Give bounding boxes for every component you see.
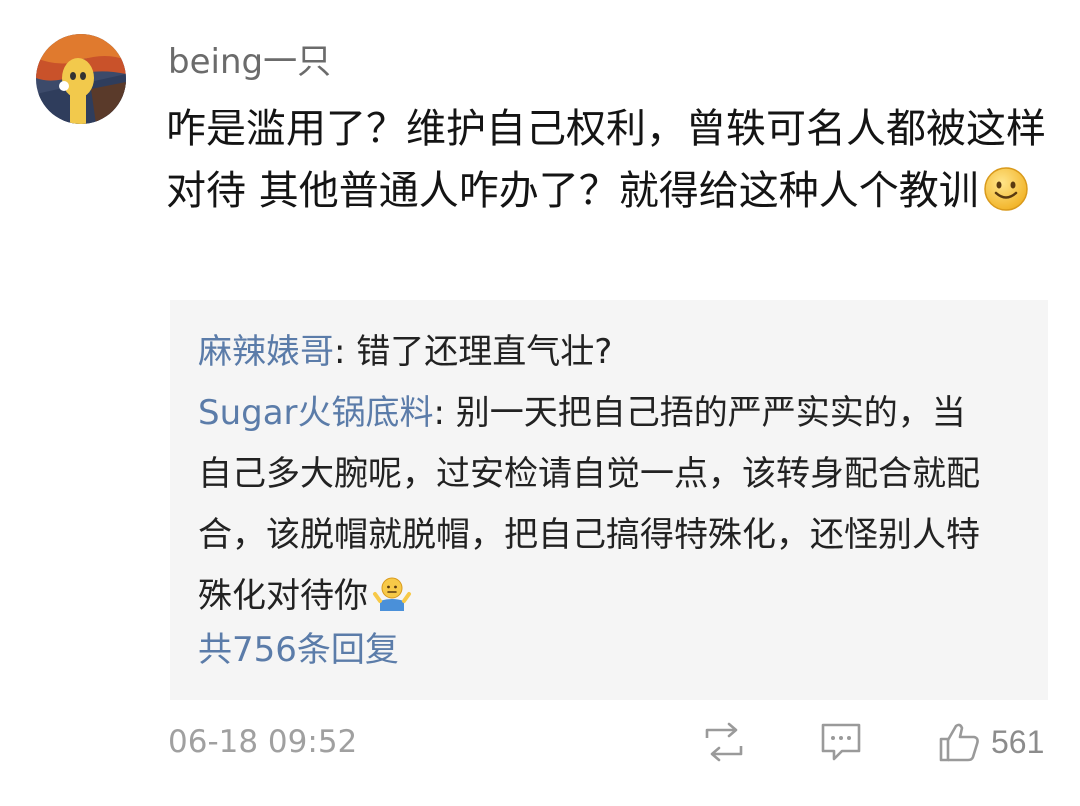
comment-text: 咋是滥用了？维护自己权利，曾轶可名人都被这样对待 其他普通人咋办了？就得给这种人… xyxy=(166,98,1046,230)
smile-emoji-icon xyxy=(983,166,1029,230)
avatar-image xyxy=(36,34,126,124)
repost-button[interactable] xyxy=(701,720,747,764)
like-count: 561 xyxy=(991,723,1045,760)
comment-timestamp: 06-18 09:52 xyxy=(168,724,358,760)
username[interactable]: being一只 xyxy=(168,38,331,86)
repost-icon xyxy=(705,722,743,762)
reply-text: 错了还理直气壮? xyxy=(356,332,613,372)
reply-separator: : xyxy=(433,393,456,433)
reply-preview-box[interactable]: 麻辣婊哥: 错了还理直气壮? Sugar火锅底料: 别一天把自己捂的严严实实的，… xyxy=(170,300,1048,700)
reply-item[interactable]: 麻辣婊哥: 错了还理直气壮? xyxy=(198,322,1018,383)
comment-text-content: 咋是滥用了？维护自己权利，曾轶可名人都被这样对待 其他普通人咋办了？就得给这种人… xyxy=(166,106,1046,214)
comment-icon xyxy=(821,723,861,761)
reply-author[interactable]: 麻辣婊哥 xyxy=(198,332,334,372)
reply-author[interactable]: Sugar火锅底料 xyxy=(198,393,434,433)
comment-button[interactable] xyxy=(818,720,864,764)
reply-separator: : xyxy=(334,332,357,372)
avatar[interactable] xyxy=(36,34,126,124)
thumbs-up-icon xyxy=(939,723,979,762)
like-button[interactable]: 561 xyxy=(937,720,1044,764)
reply-count-link[interactable]: 共756条回复 xyxy=(198,622,399,678)
reply-item[interactable]: Sugar火锅底料: 别一天把自己捂的严严实实的，当自己多大腕呢，过安检请自觉一… xyxy=(198,383,998,635)
comment-card: being一只 咋是滥用了？维护自己权利，曾轶可名人都被这样对待 其他普通人咋办… xyxy=(0,0,1080,806)
